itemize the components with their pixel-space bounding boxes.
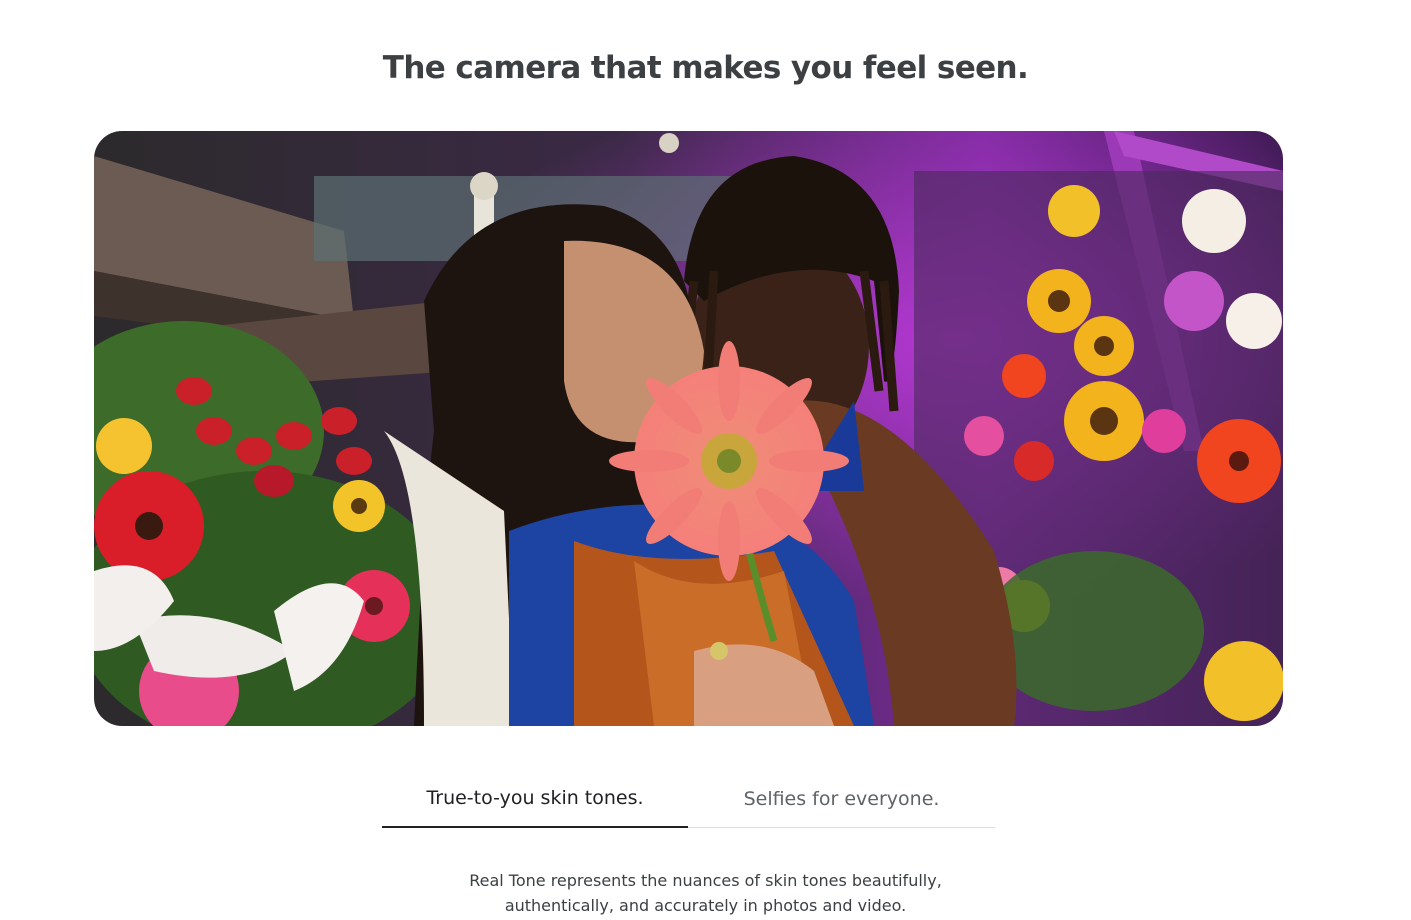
tab-true-to-you-skin-tones[interactable]: True-to-you skin tones. <box>382 770 688 828</box>
hero-photo-illustration <box>94 131 1283 726</box>
page-title: The camera that makes you feel seen. <box>382 50 1029 86</box>
hero-image <box>94 131 1283 726</box>
description-line-2: authentically, and accurately in photos … <box>504 896 907 915</box>
description-line-1: Real Tone represents the nuances of skin… <box>469 871 942 890</box>
page: The camera that makes you feel seen. Tru… <box>0 0 1411 920</box>
feature-tabs: True-to-you skin tones. Selfies for ever… <box>382 770 995 828</box>
tab-selfies-for-everyone[interactable]: Selfies for everyone. <box>688 770 995 828</box>
feature-description: Real Tone represents the nuances of skin… <box>0 868 1411 918</box>
